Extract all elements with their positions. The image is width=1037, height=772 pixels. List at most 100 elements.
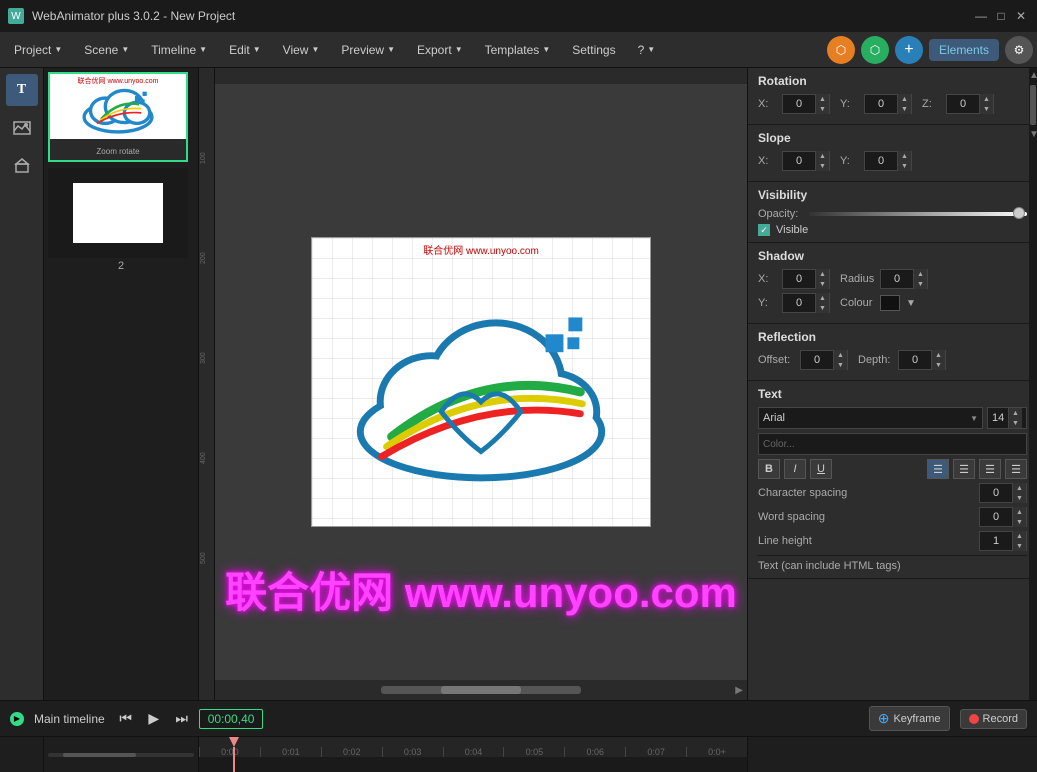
slope-x-down[interactable]: ▼ xyxy=(815,161,829,171)
reflection-offset-input[interactable]: ▲ ▼ xyxy=(800,350,848,370)
toolbar-btn-1[interactable]: ⬡ xyxy=(827,36,855,64)
slope-y-value[interactable] xyxy=(865,155,897,167)
align-right-button[interactable]: ☰ xyxy=(979,459,1001,479)
keyframe-button[interactable]: ⊕ Keyframe xyxy=(869,706,950,731)
slope-x-spinners[interactable]: ▲ ▼ xyxy=(815,151,829,171)
font-size-input[interactable]: 14 ▲ ▼ xyxy=(987,407,1027,429)
menu-preview[interactable]: Preview ▼ xyxy=(331,39,405,61)
slope-y-spinners[interactable]: ▲ ▼ xyxy=(897,151,911,171)
slope-y-down[interactable]: ▼ xyxy=(897,161,911,171)
word-spacing-value[interactable] xyxy=(980,511,1012,523)
tool-shape[interactable] xyxy=(6,150,38,182)
shadow-colour-arrow[interactable]: ▼ xyxy=(906,298,916,309)
text-color-row[interactable]: Color... xyxy=(758,433,1027,455)
rotation-y-down[interactable]: ▼ xyxy=(897,104,911,114)
reflection-offset-value[interactable] xyxy=(801,354,833,366)
visible-checkbox[interactable]: ✓ xyxy=(758,224,770,236)
rotation-x-spinners[interactable]: ▲ ▼ xyxy=(815,94,829,114)
char-spacing-up[interactable]: ▲ xyxy=(1012,483,1026,493)
rotation-y-value[interactable] xyxy=(865,98,897,110)
char-spacing-input[interactable]: ▲ ▼ xyxy=(979,483,1027,503)
rewind-button[interactable]: ⏮ xyxy=(115,708,137,730)
slide-scroll-thumb[interactable] xyxy=(63,753,136,757)
record-button[interactable]: Record xyxy=(960,709,1027,729)
elements-button[interactable]: Elements xyxy=(929,39,999,61)
menu-help[interactable]: ? ▼ xyxy=(628,39,666,61)
canvas-content[interactable]: 联合优网 www.unyoo.com xyxy=(215,84,747,700)
rotation-z-value[interactable] xyxy=(947,98,979,110)
slide-thumb-1[interactable]: 联合优网 www.unyoo.com xyxy=(48,72,194,162)
italic-button[interactable]: I xyxy=(784,459,806,479)
shadow-x-input[interactable]: ▲ ▼ xyxy=(782,269,830,289)
slope-x-input[interactable]: ▲ ▼ xyxy=(782,151,830,171)
menu-templates[interactable]: Templates ▼ xyxy=(475,39,561,61)
font-size-up[interactable]: ▲ xyxy=(1008,408,1022,418)
menu-project[interactable]: Project ▼ xyxy=(4,39,72,61)
line-height-down[interactable]: ▼ xyxy=(1012,541,1026,551)
shadow-y-up[interactable]: ▲ xyxy=(815,293,829,303)
right-scrollbar[interactable]: ▲ ▼ xyxy=(1029,68,1037,700)
menu-scene[interactable]: Scene ▼ xyxy=(74,39,139,61)
font-size-down[interactable]: ▼ xyxy=(1008,418,1022,428)
reflection-depth-value[interactable] xyxy=(899,354,931,366)
word-spacing-input[interactable]: ▲ ▼ xyxy=(979,507,1027,527)
char-spacing-spinners[interactable]: ▲ ▼ xyxy=(1012,483,1026,503)
word-spacing-down[interactable]: ▼ xyxy=(1012,517,1026,527)
toolbar-btn-add[interactable]: + xyxy=(895,36,923,64)
scroll-up-arrow[interactable]: ▲ xyxy=(1029,68,1037,83)
shadow-radius-up[interactable]: ▲ xyxy=(913,269,927,279)
font-select[interactable]: Arial ▼ xyxy=(758,407,983,429)
shadow-y-input[interactable]: ▲ ▼ xyxy=(782,293,830,313)
rotation-z-down[interactable]: ▼ xyxy=(979,104,993,114)
menu-export[interactable]: Export ▼ xyxy=(407,39,473,61)
tool-image[interactable] xyxy=(6,112,38,144)
scroll-down-arrow[interactable]: ▼ xyxy=(1029,127,1037,142)
minimize-button[interactable]: — xyxy=(973,8,989,24)
reflection-offset-spinners[interactable]: ▲ ▼ xyxy=(833,350,847,370)
shadow-radius-down[interactable]: ▼ xyxy=(913,279,927,289)
shadow-radius-input[interactable]: ▲ ▼ xyxy=(880,269,928,289)
line-height-input[interactable]: ▲ ▼ xyxy=(979,531,1027,551)
char-spacing-down[interactable]: ▼ xyxy=(1012,493,1026,503)
slope-x-up[interactable]: ▲ xyxy=(815,151,829,161)
slope-x-value[interactable] xyxy=(783,155,815,167)
opacity-thumb[interactable] xyxy=(1013,207,1025,219)
underline-button[interactable]: U xyxy=(810,459,832,479)
shadow-radius-spinners[interactable]: ▲ ▼ xyxy=(913,269,927,289)
slide-thumb-2[interactable]: 2 xyxy=(48,168,194,272)
shadow-x-down[interactable]: ▼ xyxy=(815,279,829,289)
toolbar-btn-settings[interactable]: ⚙ xyxy=(1005,36,1033,64)
reflection-offset-down[interactable]: ▼ xyxy=(833,360,847,370)
shadow-radius-value[interactable] xyxy=(881,273,913,285)
rotation-y-input[interactable]: ▲ ▼ xyxy=(864,94,912,114)
playhead[interactable] xyxy=(229,737,239,772)
rotation-y-up[interactable]: ▲ xyxy=(897,94,911,104)
align-justify-button[interactable]: ☰ xyxy=(1005,459,1027,479)
slope-y-up[interactable]: ▲ xyxy=(897,151,911,161)
word-spacing-up[interactable]: ▲ xyxy=(1012,507,1026,517)
rotation-z-spinners[interactable]: ▲ ▼ xyxy=(979,94,993,114)
reflection-depth-spinners[interactable]: ▲ ▼ xyxy=(931,350,945,370)
window-controls[interactable]: — □ ✕ xyxy=(973,8,1029,24)
menu-settings[interactable]: Settings xyxy=(562,39,625,61)
maximize-button[interactable]: □ xyxy=(993,8,1009,24)
slope-y-input[interactable]: ▲ ▼ xyxy=(864,151,912,171)
align-left-button[interactable]: ☰ xyxy=(927,459,949,479)
align-center-button[interactable]: ☰ xyxy=(953,459,975,479)
shadow-y-value[interactable] xyxy=(783,297,815,309)
shadow-x-up[interactable]: ▲ xyxy=(815,269,829,279)
rotation-x-value[interactable] xyxy=(783,98,815,110)
canvas-right-arrow[interactable]: ▶ xyxy=(735,685,743,696)
reflection-depth-input[interactable]: ▲ ▼ xyxy=(898,350,946,370)
rotation-y-spinners[interactable]: ▲ ▼ xyxy=(897,94,911,114)
opacity-slider[interactable] xyxy=(809,212,1027,216)
bold-button[interactable]: B xyxy=(758,459,780,479)
shadow-colour-swatch[interactable] xyxy=(880,295,900,311)
scroll-thumb[interactable] xyxy=(1030,85,1036,125)
canvas-hscroll[interactable] xyxy=(381,686,581,694)
rotation-x-down[interactable]: ▼ xyxy=(815,104,829,114)
shadow-y-down[interactable]: ▼ xyxy=(815,303,829,313)
slide-scroll[interactable] xyxy=(48,753,194,757)
close-button[interactable]: ✕ xyxy=(1013,8,1029,24)
word-spacing-spinners[interactable]: ▲ ▼ xyxy=(1012,507,1026,527)
